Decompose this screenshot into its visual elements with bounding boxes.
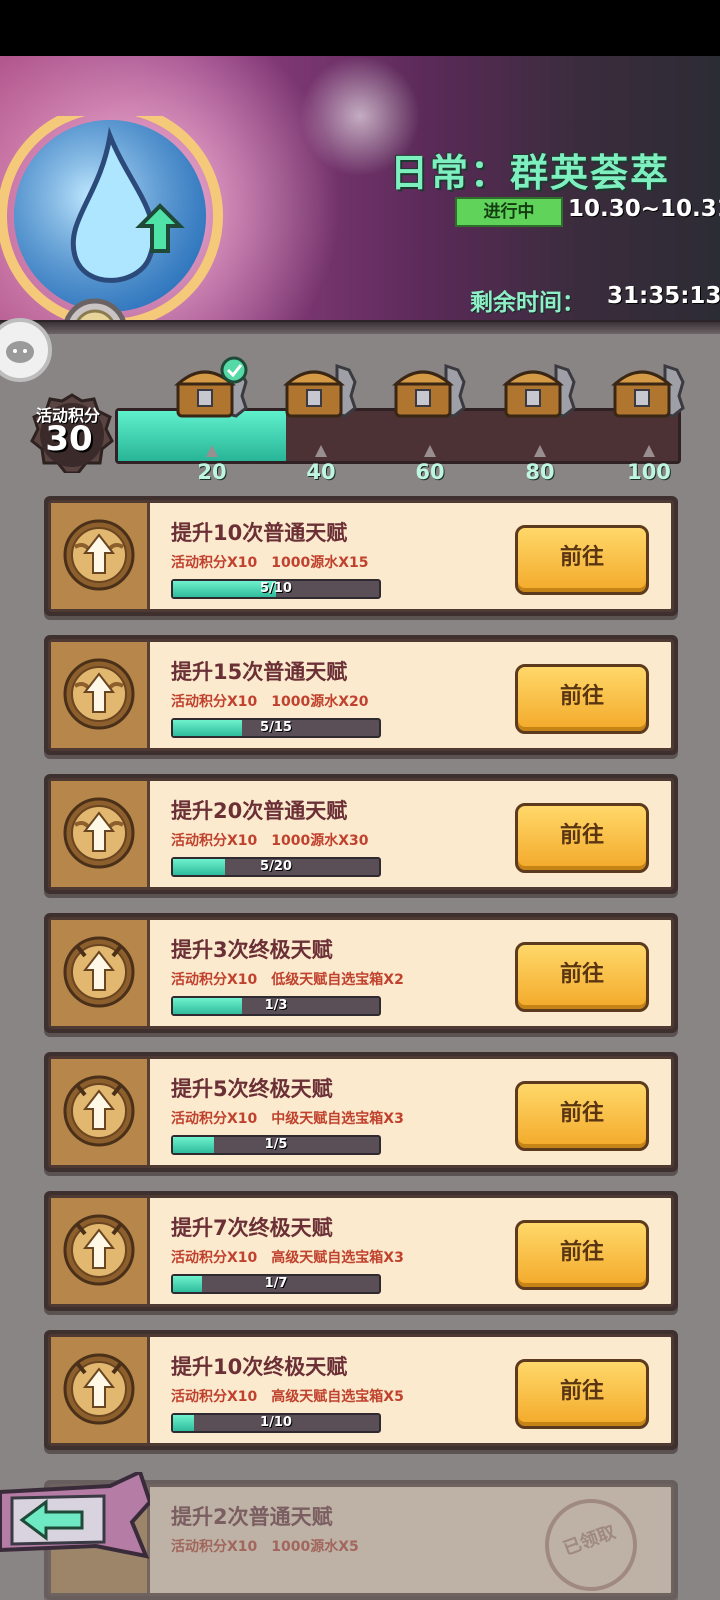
task-progress-text: 1/3 <box>264 998 288 1013</box>
go-button[interactable]: 前往 <box>515 664 649 734</box>
go-button[interactable]: 前往 <box>515 942 649 1012</box>
task-progress-bar: 1/7 <box>171 1274 381 1294</box>
task-title: 提升10次终极天赋 <box>171 1355 348 1379</box>
task-reward: 活动积分X10 1000源水X30 <box>171 833 369 849</box>
task-title: 提升7次终极天赋 <box>171 1216 333 1240</box>
task-inner: 提升10次终极天赋活动积分X10 高级天赋自选宝箱X5 1/10 前往 <box>48 1334 674 1446</box>
task-inner: 提升5次终极天赋活动积分X10 中级天赋自选宝箱X3 1/5 前往 <box>48 1056 674 1168</box>
reward-chest-icon[interactable] <box>498 356 578 426</box>
back-button[interactable] <box>0 1472 150 1562</box>
go-button[interactable]: 前往 <box>515 1081 649 1151</box>
reward-chest-icon[interactable] <box>607 356 687 426</box>
task-icon-panel <box>51 920 150 1026</box>
milestone-label: 60 <box>415 460 445 484</box>
banner-divider <box>0 320 720 334</box>
task-icon-panel <box>51 503 150 609</box>
chat-icon <box>6 341 34 363</box>
task-reward: 活动积分X10 高级天赋自选宝箱X5 <box>171 1389 404 1405</box>
task-card: 提升10次终极天赋活动积分X10 高级天赋自选宝箱X5 1/10 前往 <box>44 1330 678 1450</box>
task-reward: 活动积分X10 1000源水X20 <box>171 694 369 710</box>
horn-arrow-icon <box>63 1075 135 1147</box>
task-card: 提升5次终极天赋活动积分X10 中级天赋自选宝箱X3 1/5 前往 <box>44 1052 678 1172</box>
task-progress-text: 1/10 <box>260 1415 292 1430</box>
task-title: 提升20次普通天赋 <box>171 799 348 823</box>
reward-chest-icon[interactable] <box>388 356 468 426</box>
wing-arrow-icon <box>63 797 135 869</box>
task-card: 提升3次终极天赋活动积分X10 低级天赋自选宝箱X2 1/3 前往 <box>44 913 678 1033</box>
task-progress-bar: 1/10 <box>171 1413 381 1433</box>
remaining-time-value: 31:35:13 <box>607 283 720 309</box>
remaining-time-label: 剩余时间： <box>470 290 585 316</box>
task-icon-panel <box>51 1198 150 1304</box>
task-progress-text: 1/5 <box>264 1137 288 1152</box>
go-button[interactable]: 前往 <box>515 1359 649 1429</box>
go-button[interactable]: 前往 <box>515 525 649 595</box>
claimed-stamp: 已领取 <box>532 1487 650 1593</box>
task-reward: 活动积分X10 高级天赋自选宝箱X3 <box>171 1250 404 1266</box>
task-progress-bar: 5/20 <box>171 857 381 877</box>
task-reward: 活动积分X10 中级天赋自选宝箱X3 <box>171 1111 404 1127</box>
task-title: 提升3次终极天赋 <box>171 938 333 962</box>
task-progress-text: 1/7 <box>264 1276 288 1291</box>
task-icon-panel <box>51 781 150 887</box>
task-progress-text: 5/10 <box>260 581 292 596</box>
milestone-tick <box>534 445 546 457</box>
task-inner: 提升7次终极天赋活动积分X10 高级天赋自选宝箱X3 1/7 前往 <box>48 1195 674 1307</box>
task-progress-bar: 5/10 <box>171 579 381 599</box>
task-inner: 提升10次普通天赋活动积分X10 1000源水X15 5/10 前往 <box>48 500 674 612</box>
task-icon-panel <box>51 1337 150 1443</box>
water-drop-emblem-icon: 0 <box>0 116 223 326</box>
task-card: 提升20次普通天赋活动积分X10 1000源水X30 5/20 前往 <box>44 774 678 894</box>
task-card: 提升7次终极天赋活动积分X10 高级天赋自选宝箱X3 1/7 前往 <box>44 1191 678 1311</box>
task-inner: 提升20次普通天赋活动积分X10 1000源水X30 5/20 前往 <box>48 778 674 890</box>
milestone-tick <box>315 445 327 457</box>
milestone-label: 80 <box>525 460 555 484</box>
task-title: 提升2次普通天赋 <box>171 1505 333 1529</box>
task-progress-text: 5/20 <box>260 859 292 874</box>
go-button[interactable]: 前往 <box>515 1220 649 1290</box>
go-button[interactable]: 前往 <box>515 803 649 873</box>
task-reward: 活动积分X10 低级天赋自选宝箱X2 <box>171 972 404 988</box>
task-progress-text: 5/15 <box>260 720 292 735</box>
task-card: 提升10次普通天赋活动积分X10 1000源水X15 5/10 前往 <box>44 496 678 616</box>
horn-arrow-icon <box>63 936 135 1008</box>
points-value: 30 <box>45 419 93 459</box>
status-bar <box>0 0 720 56</box>
date-range: 10.30~10.31 <box>568 196 720 222</box>
reward-chest-icon[interactable] <box>170 356 250 426</box>
status-badge: 进行中 <box>455 197 563 227</box>
task-progress-bar: 1/5 <box>171 1135 381 1155</box>
horn-arrow-icon <box>63 1353 135 1425</box>
task-reward: 活动积分X10 1000源水X15 <box>171 555 369 571</box>
milestone-label: 20 <box>197 460 227 484</box>
milestone-label: 40 <box>306 460 336 484</box>
task-reward: 活动积分X10 1000源水X5 <box>171 1539 359 1555</box>
reward-chest-icon[interactable] <box>279 356 359 426</box>
task-progress-bar: 1/3 <box>171 996 381 1016</box>
milestone-label: 100 <box>627 460 671 484</box>
task-progress-bar: 5/15 <box>171 718 381 738</box>
task-title: 提升15次普通天赋 <box>171 660 348 684</box>
milestone-tick <box>643 445 655 457</box>
task-title: 提升5次终极天赋 <box>171 1077 333 1101</box>
event-title: 日常：群英荟萃 <box>389 151 670 195</box>
task-card: 提升15次普通天赋活动积分X10 1000源水X20 5/15 前往 <box>44 635 678 755</box>
task-icon-panel <box>51 1059 150 1165</box>
task-title: 提升10次普通天赋 <box>171 521 348 545</box>
task-inner: 提升3次终极天赋活动积分X10 低级天赋自选宝箱X2 1/3 前往 <box>48 917 674 1029</box>
milestone-tick <box>424 445 436 457</box>
horn-arrow-icon <box>63 1214 135 1286</box>
task-inner: 提升15次普通天赋活动积分X10 1000源水X20 5/15 前往 <box>48 639 674 751</box>
task-icon-panel <box>51 642 150 748</box>
wing-arrow-icon <box>63 658 135 730</box>
milestone-tick <box>206 445 218 457</box>
wing-arrow-icon <box>63 519 135 591</box>
